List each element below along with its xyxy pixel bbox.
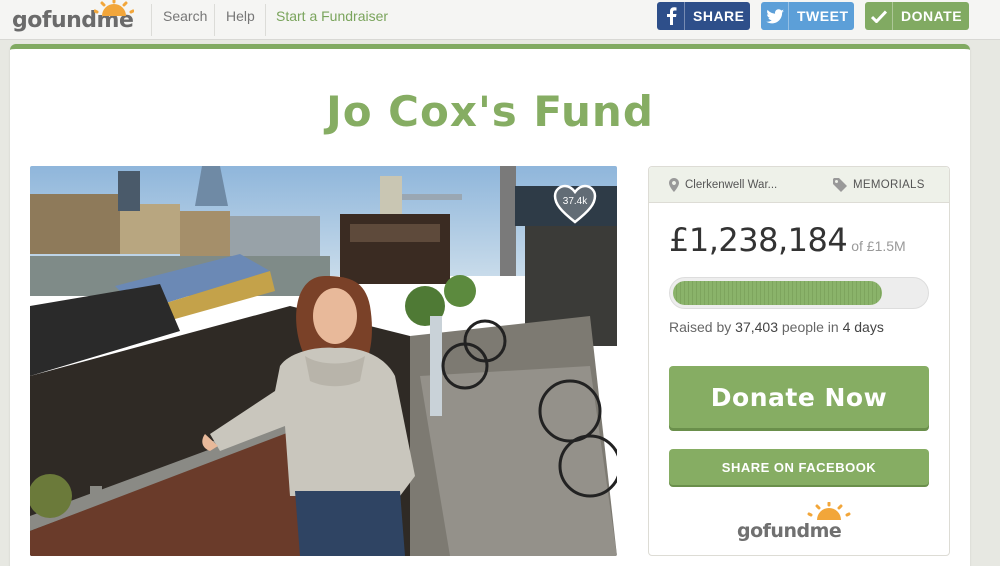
twitter-bird-icon bbox=[761, 2, 789, 30]
campaign-photo-illustration bbox=[30, 166, 617, 556]
sun-logo-icon bbox=[94, 0, 134, 16]
campaign-title: Jo Cox's Fund bbox=[326, 87, 654, 136]
nav-divider bbox=[151, 4, 152, 36]
nav-start-fundraiser-link[interactable]: Start a Fundraiser bbox=[276, 8, 388, 24]
goal-amount: of £1.5M bbox=[851, 238, 906, 254]
progress-bar-fill bbox=[673, 281, 882, 305]
nav-divider bbox=[265, 4, 266, 36]
header-donate-label: DONATE bbox=[901, 8, 963, 24]
nav-search-link[interactable]: Search bbox=[163, 8, 207, 24]
campaign-location-text: Clerkenwell War... bbox=[685, 179, 778, 191]
days-count: 4 days bbox=[842, 319, 884, 335]
twitter-tweet-label: TWEET bbox=[797, 8, 849, 24]
people-count: 37,403 bbox=[735, 319, 778, 335]
twitter-tweet-button[interactable]: TWEET bbox=[761, 2, 854, 30]
campaign-card: Jo Cox's Fund 37.4k Clerkenwell War... M… bbox=[10, 44, 970, 566]
heart-like-count: 37.4k bbox=[562, 196, 588, 207]
campaign-category[interactable]: MEMORIALS bbox=[833, 178, 925, 192]
checkmark-icon bbox=[865, 2, 893, 30]
top-navigation-bar: gofundme Search Help Start a Fundraiser … bbox=[0, 0, 1000, 40]
donation-sidebar: Clerkenwell War... MEMORIALS £1,238,184 … bbox=[648, 166, 950, 556]
nav-divider bbox=[214, 4, 215, 36]
raised-amount: £1,238,184 bbox=[669, 221, 848, 259]
sidebar-gofundme-logo: gofundme bbox=[737, 502, 867, 542]
campaign-photo[interactable]: 37.4k bbox=[30, 166, 617, 556]
progress-bar bbox=[669, 277, 929, 309]
campaign-category-text: MEMORIALS bbox=[853, 179, 925, 191]
donate-now-button[interactable]: Donate Now bbox=[669, 366, 929, 428]
campaign-location[interactable]: Clerkenwell War... bbox=[669, 178, 777, 192]
raised-by-prefix: Raised by bbox=[669, 319, 736, 335]
sidebar-logo-text: gofundme bbox=[737, 520, 842, 542]
facebook-f-icon bbox=[657, 2, 685, 30]
map-pin-icon bbox=[669, 178, 679, 192]
gofundme-logo[interactable]: gofundme bbox=[12, 0, 134, 36]
facebook-share-button[interactable]: SHARE bbox=[657, 2, 750, 30]
header-donate-button[interactable]: DONATE bbox=[865, 2, 969, 30]
raised-by-text: Raised by 37,403 people in 4 days bbox=[669, 319, 884, 335]
sidebar-meta-bar: Clerkenwell War... MEMORIALS bbox=[649, 167, 949, 203]
tag-icon bbox=[833, 178, 847, 192]
facebook-share-label: SHARE bbox=[693, 8, 745, 24]
nav-help-link[interactable]: Help bbox=[226, 8, 255, 24]
share-on-facebook-button[interactable]: SHARE ON FACEBOOK bbox=[669, 449, 929, 485]
raised-by-middle: people in bbox=[777, 319, 843, 335]
raised-amount-row: £1,238,184 of £1.5M bbox=[669, 221, 906, 259]
sun-logo-icon bbox=[807, 502, 851, 520]
